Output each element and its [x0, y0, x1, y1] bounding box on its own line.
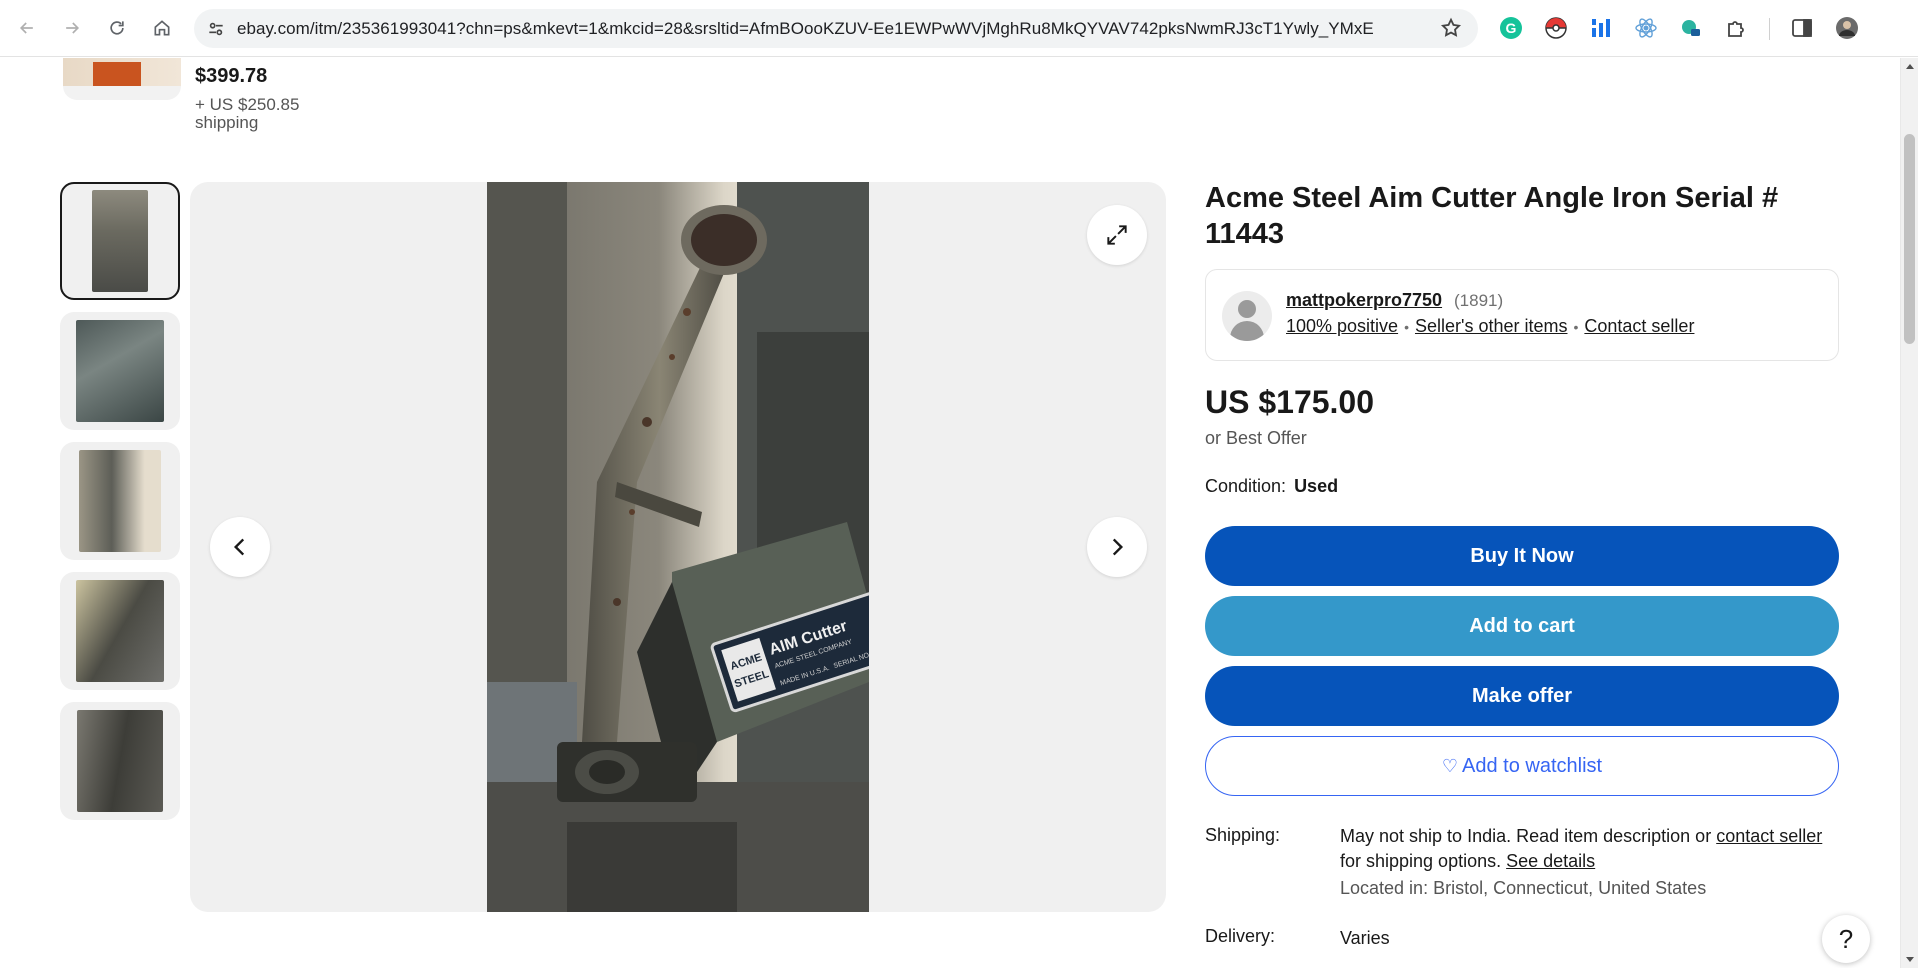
page-scrollbar[interactable]	[1900, 58, 1918, 968]
help-button[interactable]: ?	[1822, 915, 1870, 963]
best-offer-text: or Best Offer	[1205, 428, 1307, 448]
scroll-up-icon[interactable]	[1906, 64, 1914, 69]
add-to-cart-button[interactable]: Add to cart	[1205, 596, 1839, 656]
ebay-listing-page: $399.78 + US $250.85 shipping ACME STEEL…	[0, 58, 1900, 968]
make-offer-button[interactable]: Make offer	[1205, 666, 1839, 726]
main-image-viewer[interactable]: ACME STEEL AIM Cutter ACME STEEL COMPANY…	[190, 182, 1166, 912]
seller-name-link[interactable]: mattpokerpro7750	[1286, 290, 1442, 311]
expand-image-button[interactable]	[1087, 205, 1147, 265]
sellers-other-items-link[interactable]: Seller's other items	[1415, 316, 1568, 336]
related-item-image[interactable]	[63, 58, 181, 100]
see-details-link[interactable]: See details	[1506, 851, 1595, 871]
pokeball-icon[interactable]	[1539, 11, 1573, 45]
bookmark-star-icon[interactable]	[1436, 13, 1466, 43]
scroll-down-icon[interactable]	[1906, 957, 1914, 962]
separator-dot: •	[1404, 319, 1409, 335]
listing-title: Acme Steel Aim Cutter Angle Iron Serial …	[1205, 182, 1779, 250]
grammarly-icon[interactable]: G	[1494, 11, 1528, 45]
contact-seller-shipping-link[interactable]: contact seller	[1716, 826, 1822, 846]
scrollbar-thumb[interactable]	[1904, 134, 1915, 344]
profile-avatar-icon[interactable]	[1830, 11, 1864, 45]
thumbnail-1[interactable]	[60, 182, 180, 300]
url-text[interactable]: ebay.com/itm/235361993041?chn=ps&mkevt=1…	[237, 19, 1374, 39]
back-icon[interactable]	[10, 11, 44, 45]
thumbnail-4[interactable]	[60, 572, 180, 690]
item-location: Located in: Bristol, Connecticut, United…	[1340, 878, 1707, 898]
product-photo: ACME STEEL AIM Cutter ACME STEEL COMPANY…	[487, 182, 869, 912]
thumbnail-2[interactable]	[60, 312, 180, 430]
thumbnail-5[interactable]	[60, 702, 180, 820]
buy-it-now-button[interactable]: Buy It Now	[1205, 526, 1839, 586]
next-image-button[interactable]	[1087, 517, 1147, 577]
analytics-icon[interactable]	[1584, 11, 1618, 45]
shipping-text-1: May not ship to India. Read item descrip…	[1340, 826, 1712, 846]
add-to-watchlist-button[interactable]: ♡ Add to watchlist	[1205, 736, 1839, 796]
side-panel-icon[interactable]	[1785, 11, 1819, 45]
browser-toolbar: ebay.com/itm/235361993041?chn=ps&mkevt=1…	[0, 0, 1918, 57]
seller-card: mattpokerpro7750 (1891) 100% positive • Se…	[1205, 269, 1839, 361]
forward-icon[interactable]	[55, 11, 89, 45]
related-item-price[interactable]: $399.78	[195, 65, 267, 88]
react-icon[interactable]	[1629, 11, 1663, 45]
address-bar[interactable]: ebay.com/itm/235361993041?chn=ps&mkevt=1…	[194, 9, 1478, 48]
watchlist-label: Add to watchlist	[1462, 754, 1603, 777]
heart-icon: ♡	[1441, 755, 1459, 776]
site-info-icon[interactable]	[199, 12, 233, 46]
puzzle-icon[interactable]	[1719, 11, 1753, 45]
edge-tool-icon[interactable]	[1674, 11, 1708, 45]
related-item-shipping: + US $250.85 shipping	[195, 95, 300, 132]
shipping-details: May not ship to India. Read item descrip…	[1340, 824, 1830, 874]
condition-value: Used	[1294, 476, 1339, 496]
contact-seller-link[interactable]: Contact seller	[1584, 316, 1694, 336]
thumbnail-strip	[60, 182, 180, 832]
thumbnail-3[interactable]	[60, 442, 180, 560]
seller-links: 100% positive • Seller's other items • Conta…	[1286, 316, 1694, 337]
previous-image-button[interactable]	[210, 517, 270, 577]
toolbar-divider	[1769, 18, 1770, 40]
seller-avatar-icon[interactable]	[1222, 291, 1272, 341]
reload-icon[interactable]	[100, 11, 134, 45]
shipping-label: Shipping:	[1205, 825, 1281, 845]
delivery-value: Varies	[1340, 928, 1390, 948]
condition-label: Condition:	[1205, 476, 1287, 496]
shipping-text-2: for shipping options.	[1340, 851, 1502, 871]
home-icon[interactable]	[145, 11, 179, 45]
positive-feedback-link[interactable]: 100% positive	[1286, 316, 1398, 336]
condition-row: Condition: Used	[1205, 476, 1338, 497]
svg-text:G: G	[1506, 20, 1517, 36]
separator-dot: •	[1573, 319, 1579, 335]
seller-feedback-count: (1891)	[1454, 291, 1504, 310]
item-price: US $175.00	[1205, 384, 1375, 420]
delivery-label: Delivery:	[1205, 926, 1276, 946]
